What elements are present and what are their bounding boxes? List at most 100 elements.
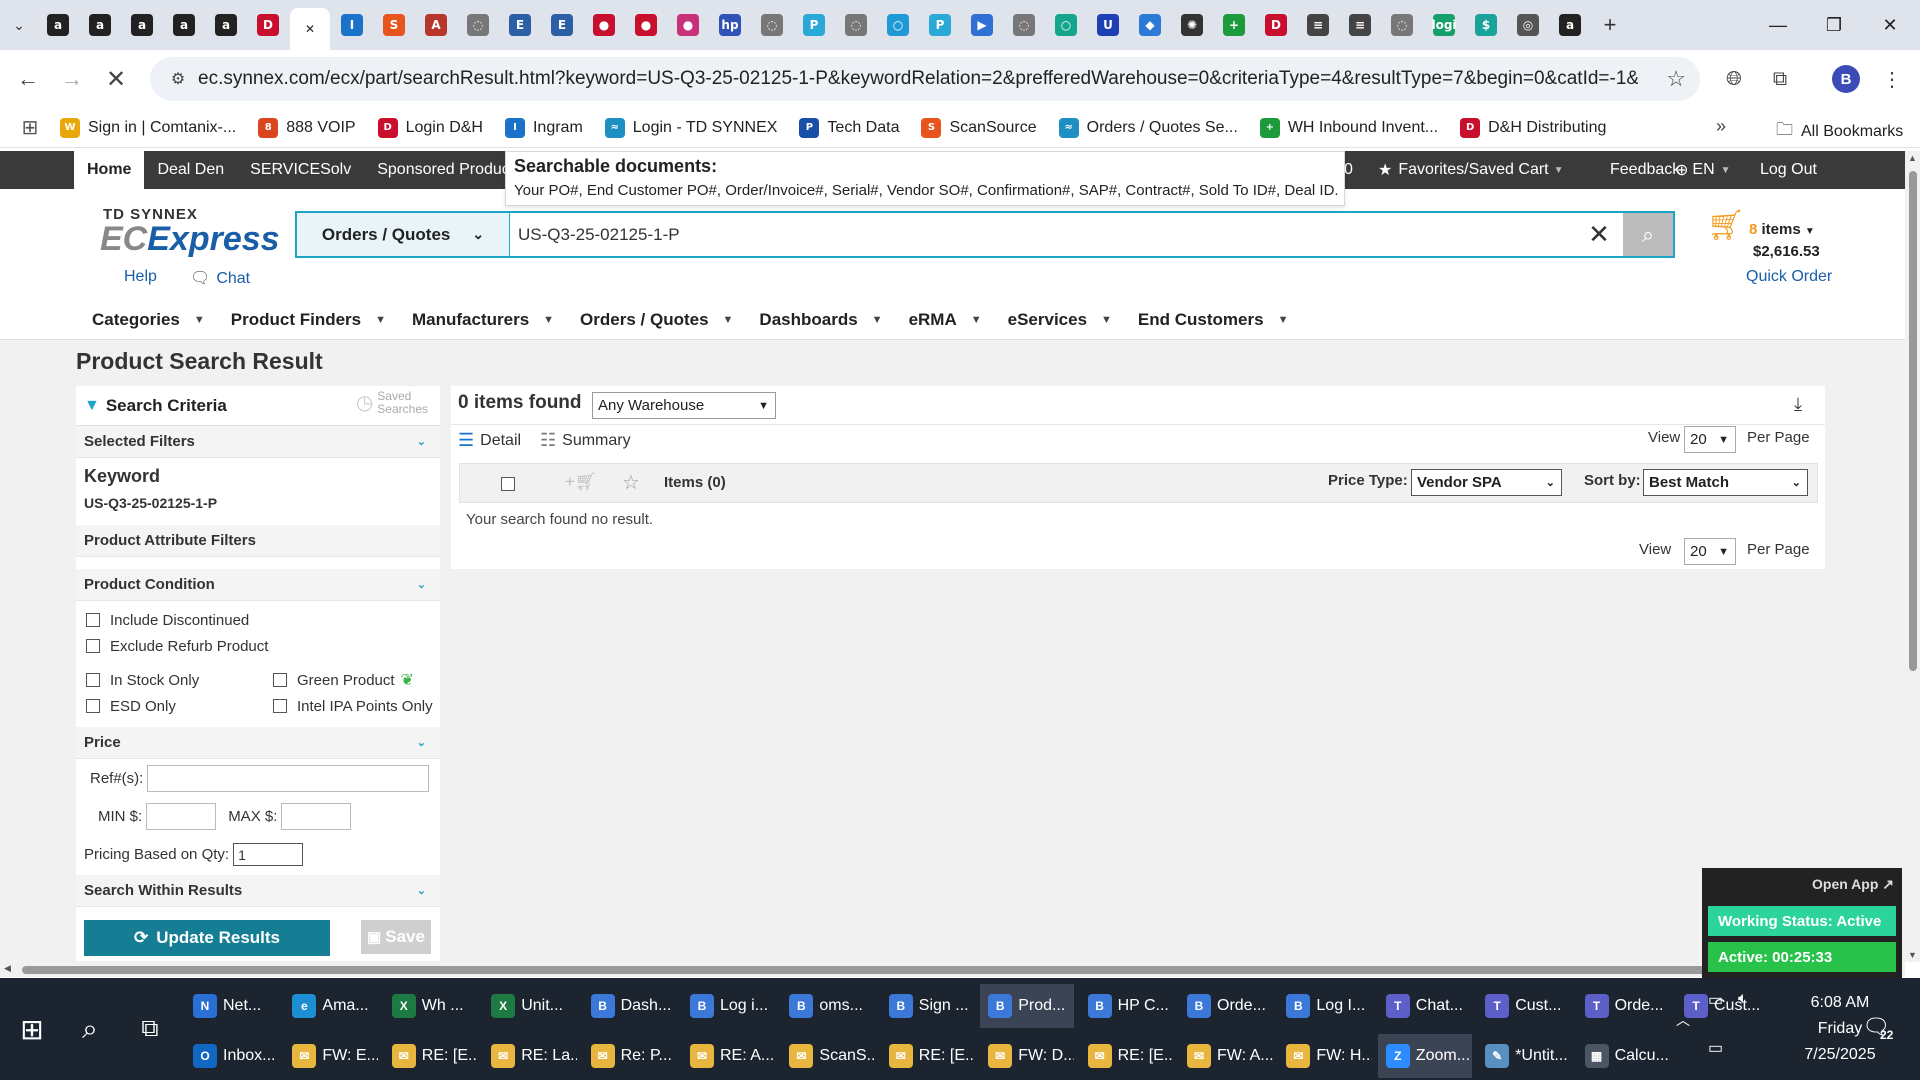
taskbar-item[interactable]: X Wh ... [384,984,478,1028]
browser-tab[interactable]: ● [626,7,666,43]
task-view-icon[interactable]: ⧉ [128,1002,172,1056]
nav-home[interactable]: Home [74,151,145,189]
feedback-link[interactable]: Feedback [1610,151,1680,189]
browser-tab[interactable]: hp [710,7,750,43]
intel-ipa-checkbox[interactable] [273,699,287,713]
bookmark-item[interactable]: 8 888 VOIP [258,117,356,138]
browser-tab[interactable]: ◌ [1382,7,1422,43]
taskbar-item[interactable]: ✉ RE: [E... [881,1034,975,1078]
max-price-input[interactable] [281,802,352,830]
bookmark-item[interactable]: D D&H Distributing [1460,117,1606,138]
search-input[interactable] [510,213,1575,256]
taskbar-item[interactable]: X Unit... [483,984,577,1028]
bookmark-item[interactable]: D Login D&H [377,117,483,138]
browser-menu-icon[interactable]: ⋮ [1870,57,1914,101]
include-discontinued-row[interactable]: Include Discontinued [76,607,440,633]
browser-tab[interactable]: a [38,7,78,43]
save-button[interactable]: ▣ Save [361,920,431,954]
browser-tab[interactable]: a [80,7,120,43]
close-window-button[interactable]: ✕ [1862,0,1918,50]
search-within-results-section[interactable]: Search Within Results ⌄ [76,875,440,907]
taskbar-item[interactable]: B HP C... [1080,984,1174,1028]
browser-tab[interactable]: U [1088,7,1128,43]
browser-tab[interactable]: ◎ [1508,7,1548,43]
nav-deal-den[interactable]: Deal Den [144,151,237,189]
browser-tab[interactable]: ◌ [458,7,498,43]
browser-tab[interactable]: ○ [1046,7,1086,43]
exclude-refurb-row[interactable]: Exclude Refurb Product [76,633,440,659]
scroll-left-arrow[interactable]: ◀ [4,963,11,974]
taskbar-item[interactable]: T Cust... [1477,984,1571,1028]
menu-product-finders[interactable]: Product Finders ▼ [231,310,386,330]
price-section[interactable]: Price ⌄ [76,727,440,759]
help-link[interactable]: Help [124,268,157,286]
taskbar-item[interactable]: Z Zoom... [1377,1034,1472,1078]
per-page-select-top[interactable]: 20 ▼ [1684,426,1736,453]
browser-tab[interactable]: ● [668,7,708,43]
taskbar-item[interactable]: ✉ FW: D... [980,1034,1074,1078]
nav-servicesolv[interactable]: SERVICESolv [237,151,364,189]
taskbar-item[interactable]: ✉ FW: A... [1179,1034,1273,1078]
browser-tab[interactable]: ◌ [1004,7,1044,43]
taskbar-item[interactable]: B Log I... [1278,984,1372,1028]
browser-tab[interactable]: ≡ [1298,7,1338,43]
update-results-button[interactable]: ⟳ Update Results [84,920,330,956]
bookmark-star-icon[interactable]: ☆ [1666,66,1686,92]
taskbar-item[interactable]: ✉ RE: A... [682,1034,776,1078]
taskbar-item[interactable]: T Chat... [1378,984,1472,1028]
horizontal-scrollbar[interactable]: ◀ [0,962,1905,977]
clear-search-button[interactable]: ✕ [1575,213,1623,256]
menu-erma[interactable]: eRMA ▼ [909,310,982,330]
taskbar-item[interactable]: ✉ Re: P... [583,1034,677,1078]
taskbar-item[interactable]: ✉ FW: H... [1278,1034,1372,1078]
bookmark-item[interactable]: ≈ Orders / Quotes Se... [1058,117,1238,138]
logout-link[interactable]: Log Out [1760,151,1817,189]
vertical-scroll-thumb[interactable] [1909,171,1917,671]
open-app-button[interactable]: Open App ↗ [1812,876,1894,893]
extensions-icon[interactable]: ⧉ [1758,57,1802,101]
volume-icon[interactable]: 🔈︎ [1738,990,1748,1008]
bookmark-item[interactable]: ≈ Login - TD SYNNEX [604,117,777,138]
taskbar-item[interactable]: B Orde... [1179,984,1273,1028]
bookmark-item[interactable]: S ScanSource [921,117,1037,138]
taskbar-item[interactable]: B Sign ... [881,984,975,1028]
url-text[interactable]: ec.synnex.com/ecx/part/searchResult.html… [198,68,1638,90]
browser-tab[interactable]: a [206,7,246,43]
taskbar-item[interactable]: ✎ *Untit... [1477,1034,1571,1078]
favorites-saved-cart-menu[interactable]: ★ Favorites/Saved Cart ▼ [1378,151,1564,189]
horizontal-scroll-thumb[interactable] [22,966,1882,974]
browser-tab[interactable]: I [332,7,372,43]
summary-view-tab[interactable]: ☷ Summary [540,430,631,451]
site-info-icon[interactable]: ⚙ [158,69,198,89]
include-discontinued-checkbox[interactable] [86,613,100,627]
scroll-up-arrow[interactable]: ▲ [1908,153,1917,163]
profile-avatar[interactable]: B [1824,57,1868,101]
search-category-select[interactable]: Orders / Quotes ⌄ [297,213,510,256]
apps-grid-icon[interactable]: ⊞ [0,115,60,140]
browser-tab[interactable]: ● [584,7,624,43]
download-icon[interactable]: ⤓ [1794,394,1802,415]
in-stock-only-checkbox[interactable] [86,673,100,687]
browser-tab[interactable]: ▶ [962,7,1002,43]
green-product-checkbox[interactable] [273,673,287,687]
bookmark-item[interactable]: W Sign in | Comtanix-... [60,117,236,138]
address-bar[interactable]: ⚙ ec.synnex.com/ecx/part/searchResult.ht… [150,57,1700,101]
esd-only-checkbox[interactable] [86,699,100,713]
browser-tab[interactable]: ✕ [290,8,330,50]
bookmark-item[interactable]: P Tech Data [799,117,899,138]
start-button[interactable]: ⊞ [10,1002,54,1056]
ecexpress-logo[interactable]: TD SYNNEX ECExpress [100,206,280,256]
browser-tab[interactable]: P [920,7,960,43]
new-tab-button[interactable]: + [1592,12,1628,38]
min-price-input[interactable] [146,802,217,830]
menu-dashboards[interactable]: Dashboards ▼ [759,310,882,330]
taskbar-item[interactable]: B Log i... [682,984,776,1028]
menu-eservices[interactable]: eServices ▼ [1008,310,1112,330]
taskbar-item[interactable]: B Prod... [980,984,1075,1028]
tab-search-menu-icon[interactable]: ⌄ [0,17,38,34]
taskbar-item[interactable]: O Inbox... [185,1034,279,1078]
language-menu[interactable]: ⊕ EN ▼ [1675,151,1731,189]
menu-end-customers[interactable]: End Customers ▼ [1138,310,1289,330]
taskbar-item[interactable]: Boms... [781,984,875,1028]
tray-overflow-icon[interactable]: ︿ [1676,1010,1690,1030]
